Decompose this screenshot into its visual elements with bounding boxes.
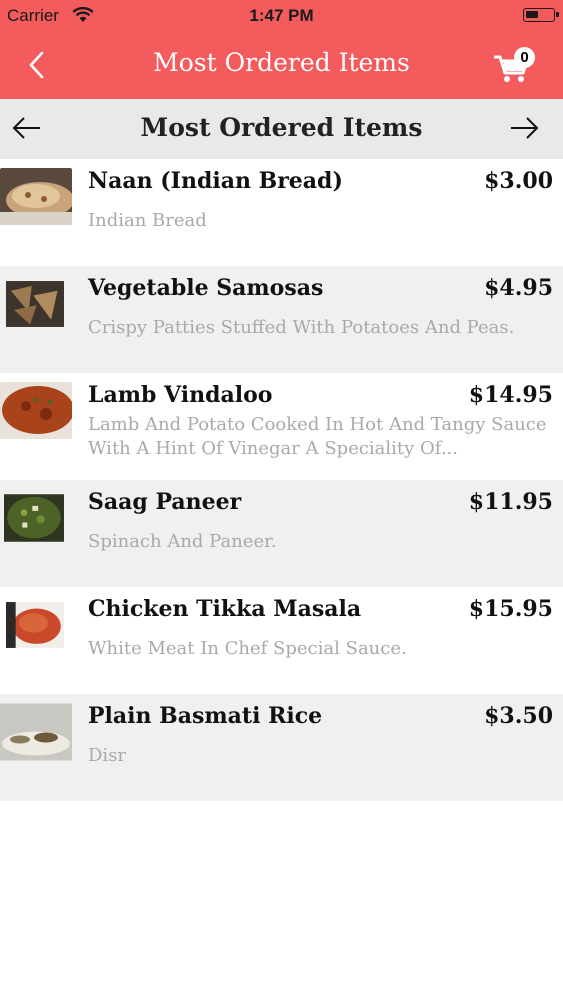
cart-count-badge: 0 [514,47,535,68]
menu-item-lamb-vindaloo[interactable]: Lamb Vindaloo $14.95 Lamb And Potato Coo… [0,373,563,480]
samosas-photo [6,281,64,327]
lamb-vindaloo-photo [0,382,72,439]
item-name: Saag Paneer [88,489,242,515]
saag-paneer-photo [4,494,64,542]
section-header: Most Ordered Items [0,99,563,159]
chicken-tikka-masala-photo [6,602,64,648]
basmati-rice-photo [0,703,72,761]
item-description: Spinach And Paneer. [88,531,277,552]
clock: 1:47 PM [249,6,314,25]
item-name: Vegetable Samosas [88,275,324,301]
section-title: Most Ordered Items [140,113,423,142]
nav-title: Most Ordered Items [153,48,410,77]
item-price: $3.50 [484,703,553,729]
nav-bar: Most Ordered Items 0 [0,33,563,99]
item-description: Crispy Patties Stuffed With Potatoes And… [88,317,515,338]
item-name: Naan (Indian Bread) [88,168,343,194]
item-name: Lamb Vindaloo [88,382,273,408]
item-price: $11.95 [468,489,553,515]
item-name: Chicken Tikka Masala [88,596,362,622]
menu-item-samosas[interactable]: Vegetable Samosas $4.95 Crispy Patties S… [0,266,563,373]
status-bar: Carrier 1:47 PM [0,0,563,33]
item-price: $3.00 [484,168,553,194]
item-price: $4.95 [484,275,553,301]
item-price: $15.95 [468,596,553,622]
item-description: Lamb And Potato Cooked In Hot And Tangy … [88,414,547,459]
menu-item-plain-basmati-rice[interactable]: Plain Basmati Rice $3.50 Disr [0,694,563,801]
item-description: White Meat In Chef Special Sauce. [88,638,407,659]
item-price: $14.95 [468,382,553,408]
menu-item-chicken-tikka-masala[interactable]: Chicken Tikka Masala $15.95 White Meat I… [0,587,563,694]
item-name: Plain Basmati Rice [88,703,323,729]
menu-item-naan[interactable]: Naan (Indian Bread) $3.00 Indian Bread [0,159,563,266]
item-description: Indian Bread [88,210,207,231]
menu-item-saag-paneer[interactable]: Saag Paneer $11.95 Spinach And Paneer. [0,480,563,587]
item-description: Disr [88,745,127,766]
arrow-right-icon[interactable] [507,113,541,143]
menu-list: Naan (Indian Bread) $3.00 Indian Bread V… [0,159,563,801]
naan-photo [0,168,72,225]
battery-icon [523,8,559,22]
